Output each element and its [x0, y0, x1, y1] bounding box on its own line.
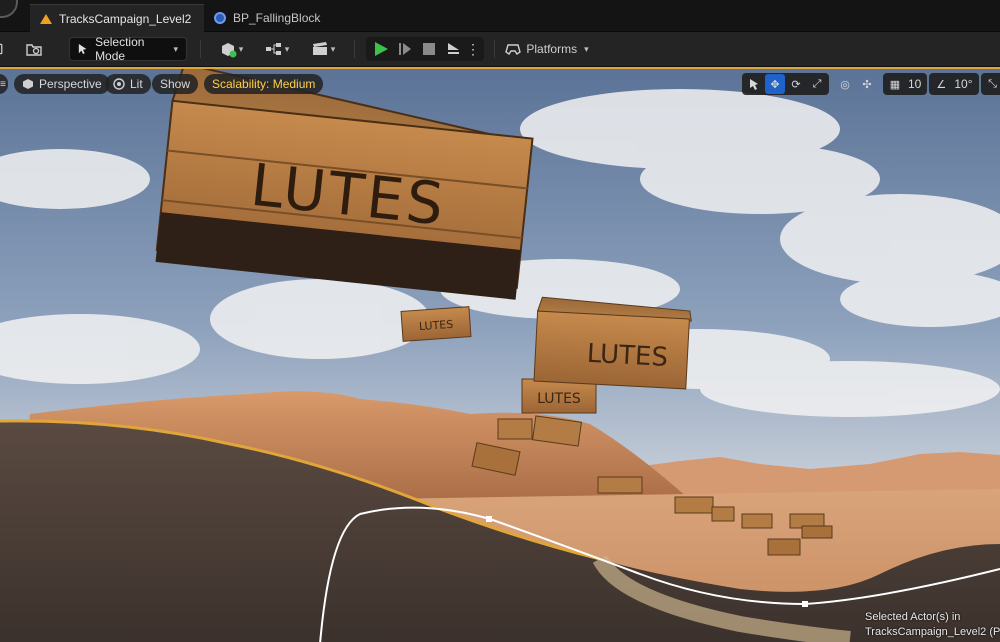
platforms-label: Platforms: [526, 42, 578, 56]
transform-tools: ✥ ⟳ ⤢ ◎ ✣ ▦ 10 ∠ 10° ⤡ 0: [742, 73, 1000, 95]
scalability-label: Scalability: Medium: [212, 77, 316, 91]
cursor-icon: [750, 79, 758, 90]
kebab-menu-icon: ⋮: [466, 41, 480, 57]
add-actor-button[interactable]: ▾: [214, 37, 248, 61]
cinematics-button[interactable]: ▾: [306, 37, 340, 61]
tab-bar: TracksCampaign_Level2 BP_FallingBlock: [0, 0, 1000, 32]
save-icon: [0, 43, 3, 55]
rotation-snap-group[interactable]: ∠ 10°: [929, 73, 979, 95]
blueprint-icon: [214, 12, 226, 24]
crate-label: LUTES: [537, 391, 581, 407]
step-forward-icon: [399, 43, 411, 55]
selected-actors-info: Selected Actor(s) in TracksCampaign_Leve…: [860, 608, 1000, 642]
play-options-button[interactable]: ⋮: [466, 39, 480, 59]
select-tool-button[interactable]: [744, 74, 764, 94]
tab-level[interactable]: TracksCampaign_Level2: [30, 4, 204, 32]
divider: [494, 40, 495, 58]
divider: [200, 40, 201, 58]
crate-label: LUTES: [586, 339, 669, 373]
selected-actors-line1: Selected Actor(s) in: [865, 611, 961, 623]
browse-button[interactable]: [22, 37, 46, 61]
spline-point[interactable]: [486, 516, 492, 522]
gamepad-icon: [505, 44, 522, 55]
selection-mode-dropdown[interactable]: Selection Mode ▾: [69, 35, 187, 63]
selection-mode-label: Selection Mode: [95, 35, 145, 63]
move-icon: ✥: [770, 78, 780, 91]
chevron-down-icon: ▾: [584, 43, 589, 54]
level-icon: [40, 13, 52, 24]
blueprints-button[interactable]: ▾: [260, 37, 294, 61]
eject-button[interactable]: [442, 39, 464, 59]
lit-dropdown[interactable]: Lit: [105, 74, 151, 94]
tab-level-label: TracksCampaign_Level2: [59, 11, 192, 26]
cube-icon: [23, 79, 33, 89]
spline-point[interactable]: [802, 601, 808, 607]
scale-icon: ⤢: [812, 77, 822, 90]
coordinate-system-button[interactable]: ◎: [835, 74, 855, 94]
main-toolbar: Selection Mode ▾ ▾ ▾ ▾ ⋮ Platforms ▾: [0, 32, 1000, 67]
hamburger-icon: ≡: [0, 78, 6, 90]
folder-search-icon: [26, 44, 42, 56]
scale-tool-button[interactable]: ⤢: [807, 74, 827, 94]
play-controls: ⋮: [366, 37, 484, 61]
crate-label: LUTES: [419, 318, 454, 333]
blueprint-graph-icon: [265, 43, 281, 55]
crate-small-floating: LUTES: [400, 306, 472, 342]
scale-snap-icon: ⤡: [988, 77, 997, 90]
perspective-dropdown[interactable]: Perspective: [14, 74, 110, 94]
advance-frame-button[interactable]: [394, 39, 416, 59]
tab-blueprint-label: BP_FallingBlock: [233, 11, 321, 25]
chevron-down-icon: ▾: [238, 43, 244, 54]
add-actor-icon: [221, 43, 237, 58]
scene-render[interactable]: LUTES LUTES LUTES LUTES: [0, 69, 1000, 642]
globe-icon: ◎: [840, 78, 850, 91]
light-icon: [113, 78, 125, 90]
cursor-icon: [78, 43, 87, 55]
surface-snap-icon: ✣: [862, 78, 872, 91]
tab-blueprint[interactable]: BP_FallingBlock: [204, 4, 330, 32]
rotation-snap-value: 10°: [954, 77, 973, 91]
angle-icon: ∠: [936, 78, 947, 91]
chevron-down-icon: ▾: [330, 43, 336, 54]
surface-snap-button[interactable]: ✣: [857, 74, 877, 94]
transform-mode-group: ✥ ⟳ ⤢: [742, 73, 829, 95]
eject-icon: [448, 43, 459, 54]
platforms-dropdown[interactable]: Platforms ▾: [505, 37, 589, 61]
stop-button[interactable]: [418, 39, 440, 59]
perspective-label: Perspective: [39, 77, 102, 91]
chevron-down-icon: ▾: [284, 43, 290, 54]
lit-label: Lit: [130, 77, 143, 91]
play-icon: [375, 42, 388, 56]
scale-snap-group[interactable]: ⤡ 0: [980, 73, 1000, 95]
rotate-icon: ⟳: [791, 78, 801, 91]
level-viewport[interactable]: LUTES LUTES LUTES LUTES ≡ Perspective Li…: [0, 67, 1000, 642]
chevron-down-icon: ▾: [173, 43, 178, 54]
clapperboard-icon: [312, 42, 327, 55]
show-dropdown[interactable]: Show: [152, 74, 199, 94]
rotate-tool-button[interactable]: ⟳: [786, 74, 806, 94]
stop-icon: [423, 43, 435, 55]
scalability-warning[interactable]: Scalability: Medium: [204, 74, 324, 94]
divider: [354, 40, 355, 58]
crate-right: LUTES: [533, 296, 692, 390]
unreal-logo-icon[interactable]: [0, 0, 18, 18]
save-button[interactable]: [0, 37, 8, 61]
play-button[interactable]: [370, 39, 392, 59]
grid-icon: ▦: [889, 78, 901, 91]
show-label: Show: [160, 77, 191, 91]
grid-snap-group[interactable]: ▦ 10: [883, 73, 928, 95]
translate-tool-button[interactable]: ✥: [765, 74, 785, 94]
selected-actors-line2: TracksCampaign_Level2 (Pe: [865, 626, 1000, 638]
grid-snap-value: 10: [908, 77, 922, 91]
